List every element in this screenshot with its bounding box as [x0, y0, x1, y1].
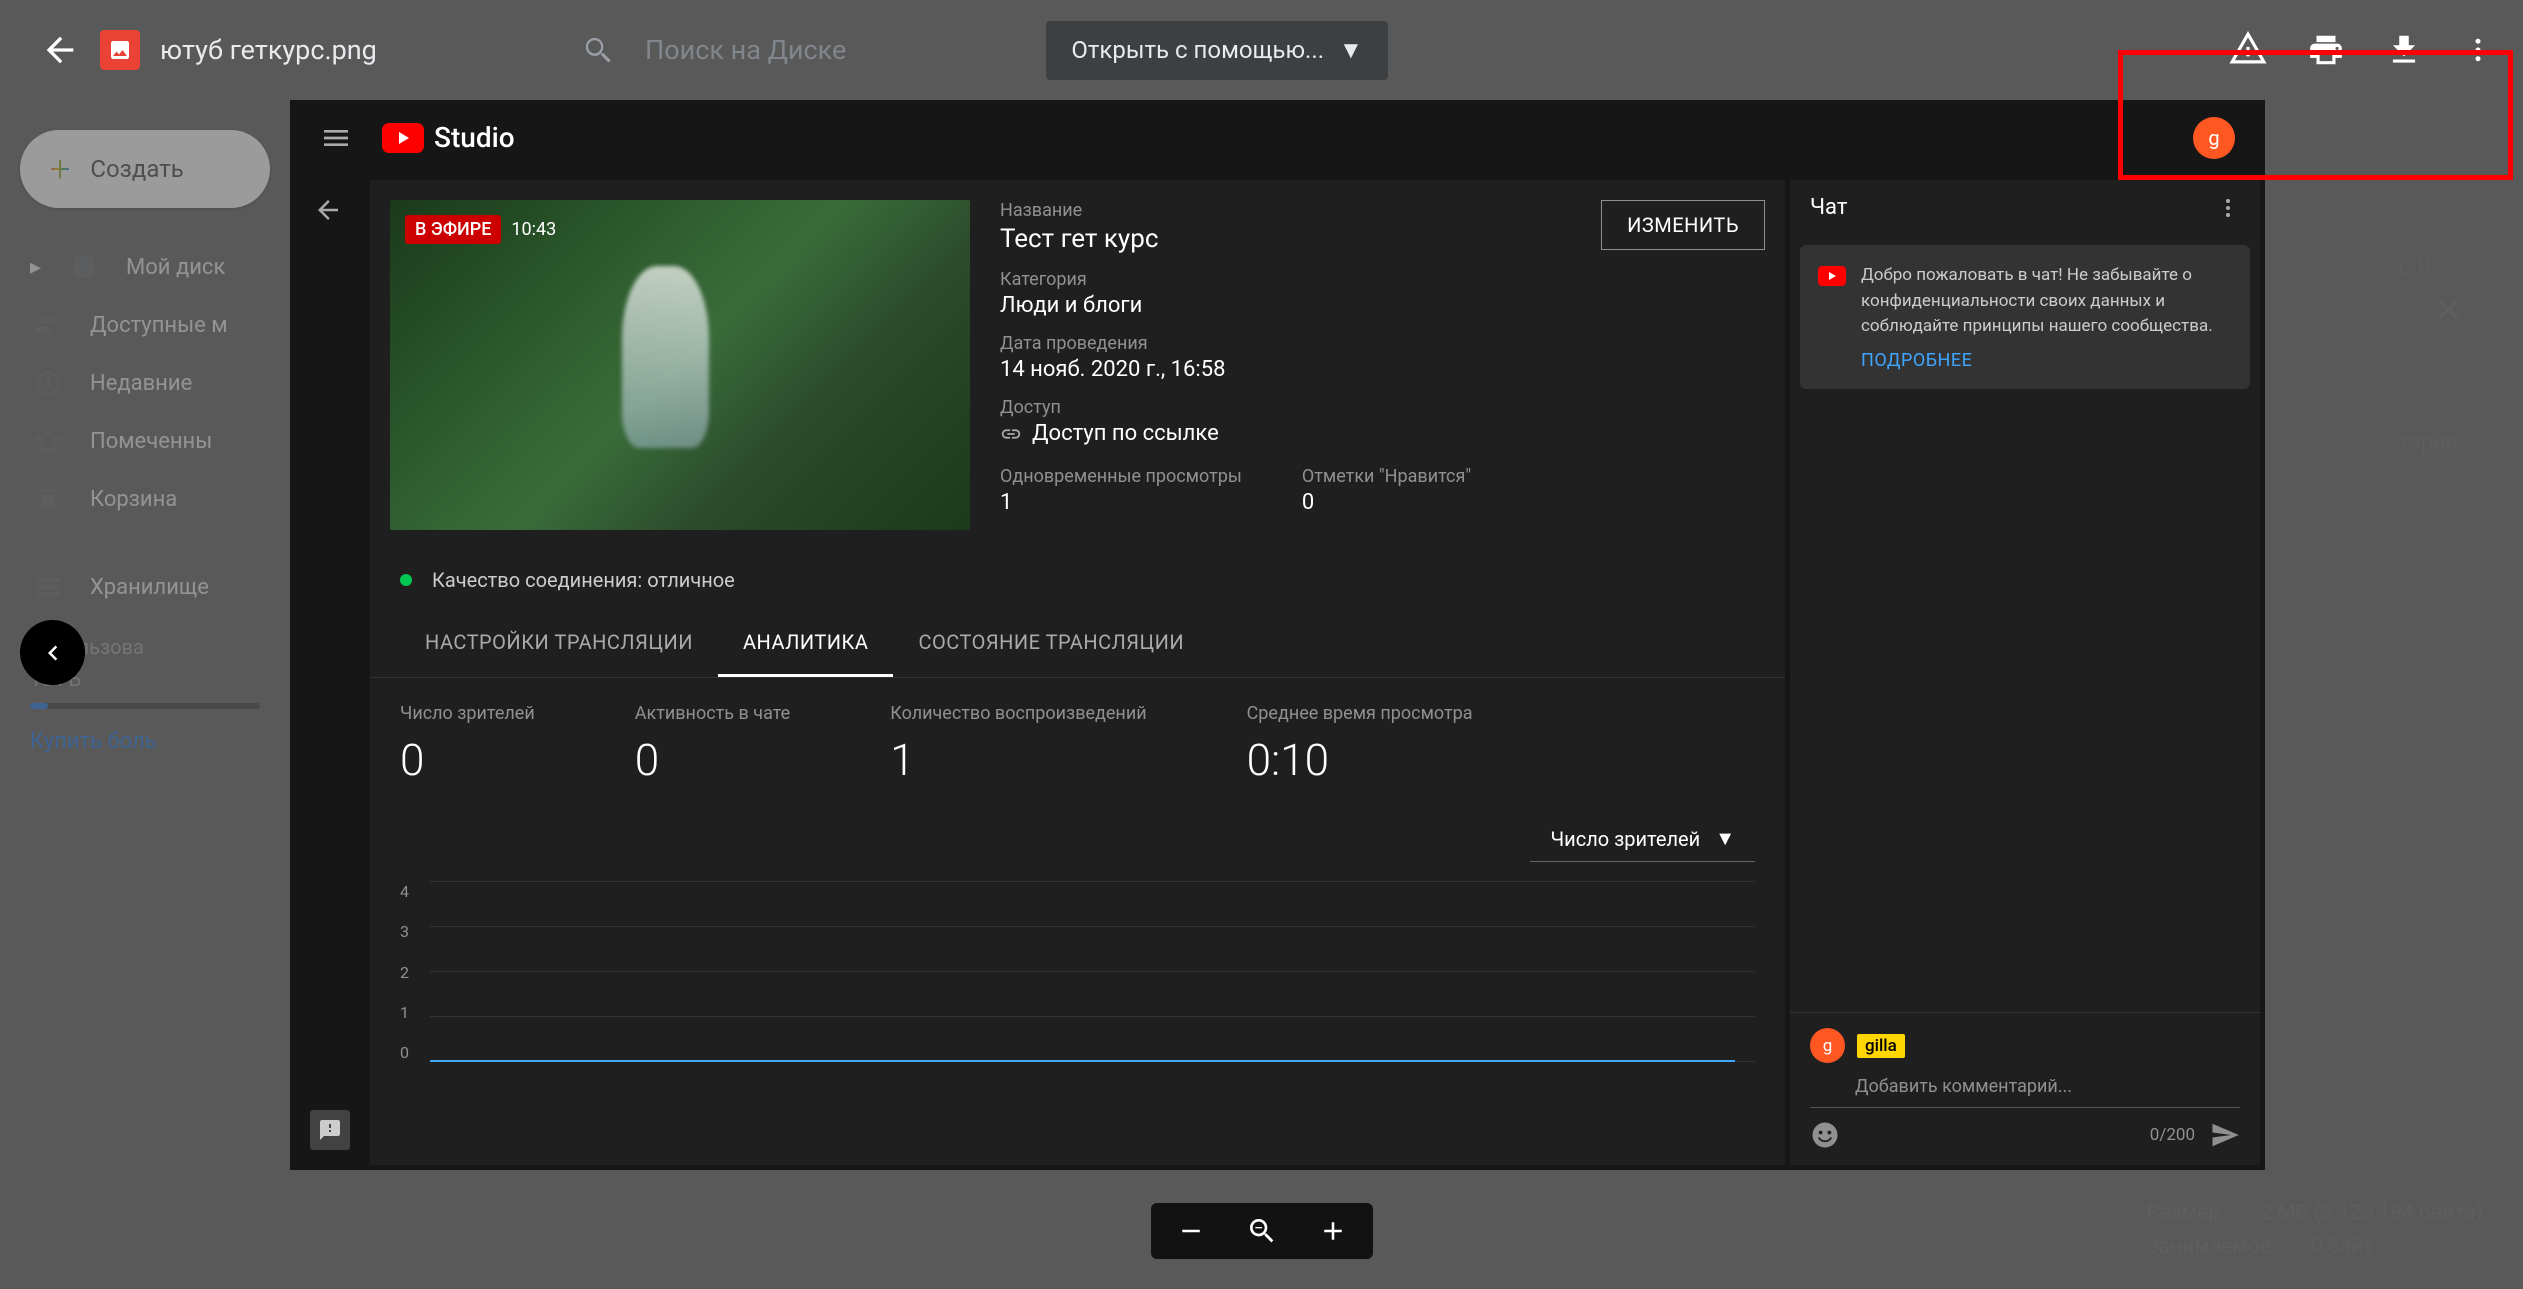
drive-sidebar: + Создать ▸ Мой диск Доступные м Недавни… [0, 100, 290, 804]
chart-line [430, 1060, 1735, 1062]
analytics-panel: Число зрителей 0 Активность в чате 0 Кол… [370, 678, 1785, 1107]
back-arrow-icon[interactable] [40, 30, 80, 70]
zoom-controls [1151, 1203, 1373, 1259]
live-badge: В ЭФИРЕ [405, 215, 501, 244]
download-icon[interactable] [2385, 31, 2423, 69]
search-icon[interactable] [580, 33, 615, 68]
edit-button[interactable]: ИЗМЕНИТЬ [1601, 200, 1765, 250]
youtube-play-icon [382, 123, 424, 153]
zoom-out-button[interactable] [1176, 1216, 1206, 1246]
access-value: Доступ по ссылке [1032, 421, 1219, 446]
back-arrow-icon[interactable] [313, 195, 343, 225]
add-to-drive-icon[interactable] [2229, 31, 2267, 69]
chart-y-axis: 4 3 2 1 0 [400, 882, 409, 1062]
studio-left-rail [290, 175, 365, 1170]
chevron-right-icon: ▸ [30, 255, 41, 280]
sidebar-item-shared[interactable]: Доступные м [0, 296, 290, 354]
sidebar-item-recent[interactable]: Недавние [0, 354, 290, 412]
category-label: Категория [1000, 269, 1765, 290]
date-value: 14 нояб. 2020 г., 16:58 [1000, 357, 1765, 382]
trash-icon [30, 485, 65, 513]
studio-main: В ЭФИРЕ 10:43 Название Тест гет курс ИЗМ… [370, 180, 1785, 1165]
plus-icon: + [50, 148, 70, 190]
drive-viewer-header: ютуб геткурс.png Поиск на Диске Открыть … [0, 0, 2523, 100]
link-icon [1000, 423, 1022, 445]
open-with-dropdown[interactable]: Открыть с помощью... ▼ [1046, 21, 1387, 80]
chat-username: gilla [1857, 1034, 1905, 1058]
user-avatar[interactable]: g [2193, 117, 2235, 159]
print-icon[interactable] [2307, 31, 2345, 69]
stream-title: Тест гет курс [1000, 224, 1158, 254]
youtube-studio-logo[interactable]: Studio [382, 121, 515, 154]
char-count: 0/200 [2150, 1125, 2195, 1145]
metric-chat-activity: Активность в чате 0 [635, 703, 790, 786]
chart-metric-select[interactable]: Число зрителей ▼ [1530, 816, 1755, 862]
search-placeholder[interactable]: Поиск на Диске [645, 34, 846, 66]
zoom-in-button[interactable] [1318, 1216, 1348, 1246]
concurrent-label: Одновременные просмотры [1000, 466, 1242, 487]
sidebar-item-starred[interactable]: Помеченны [0, 412, 290, 470]
clock-icon [30, 369, 65, 397]
chat-panel: Чат Добро пожаловать в чат! Не забывайте… [1790, 180, 2260, 1165]
stream-preview[interactable]: В ЭФИРЕ 10:43 [390, 200, 970, 530]
metric-playbacks: Количество воспроизведений 1 [890, 703, 1146, 786]
youtube-icon [1818, 266, 1846, 286]
drive-icon [66, 253, 101, 281]
chat-input[interactable]: Добавить комментарий... [1810, 1071, 2240, 1108]
metric-avg-watchtime: Среднее время просмотра 0:10 [1247, 703, 1473, 786]
details-panel-peek: С В тория [2378, 240, 2523, 470]
sidebar-item-mydrive[interactable]: ▸ Мой диск [0, 238, 290, 296]
studio-tabs: НАСТРОЙКИ ТРАНСЛЯЦИИ АНАЛИТИКА СОСТОЯНИЕ… [370, 610, 1785, 678]
tab-stream-settings[interactable]: НАСТРОЙКИ ТРАНСЛЯЦИИ [400, 610, 718, 677]
create-button[interactable]: + Создать [20, 130, 270, 208]
status-dot-icon [400, 574, 412, 586]
tab-analytics[interactable]: АНАЛИТИКА [718, 610, 893, 677]
chat-user-avatar: g [1810, 1028, 1845, 1063]
close-panel-icon[interactable]: ✕ [2434, 290, 2463, 331]
feedback-button[interactable] [310, 1110, 350, 1150]
tab-stream-health[interactable]: СОСТОЯНИЕ ТРАНСЛЯЦИИ [893, 610, 1209, 677]
file-details: Размер2 МБ (2 125 194 байта) Занимаемое0… [2146, 1201, 2483, 1259]
access-label: Доступ [1000, 397, 1765, 418]
concurrent-value: 1 [1000, 490, 1242, 515]
date-label: Дата проведения [1000, 333, 1765, 354]
chat-messages[interactable] [1790, 399, 2260, 1013]
viewers-chart: 4 3 2 1 0 [400, 882, 1755, 1082]
people-icon [30, 311, 65, 339]
more-options-icon[interactable] [2463, 35, 2493, 65]
likes-value: 0 [1302, 490, 1471, 515]
zoom-reset-button[interactable] [1246, 1215, 1278, 1247]
likes-label: Отметки "Нравится" [1302, 466, 1471, 487]
category-value: Люди и блоги [1000, 293, 1765, 318]
storage-icon [30, 573, 65, 601]
chat-input-area: g gilla Добавить комментарий... 0/200 [1790, 1012, 2260, 1165]
collapse-sidebar-button[interactable] [20, 620, 85, 685]
star-icon [30, 427, 65, 455]
dropdown-arrow-icon: ▼ [1339, 36, 1363, 65]
chat-options-icon[interactable] [2216, 196, 2240, 220]
buy-storage-link[interactable]: Купить боль [0, 709, 290, 774]
chat-title: Чат [1810, 195, 1847, 220]
sidebar-item-trash[interactable]: Корзина [0, 470, 290, 528]
sidebar-item-storage[interactable]: Хранилище [0, 558, 290, 616]
stream-timestamp: 10:43 [511, 219, 556, 240]
learn-more-link[interactable]: ПОДРОБНЕЕ [1861, 350, 2232, 371]
chat-welcome-card: Добро пожаловать в чат! Не забывайте о к… [1800, 245, 2250, 389]
hamburger-icon[interactable] [320, 122, 352, 154]
image-file-icon [100, 30, 140, 70]
send-icon[interactable] [2210, 1120, 2240, 1150]
emoji-picker-icon[interactable] [1810, 1120, 1840, 1150]
connection-quality: Качество соединения: отличное [370, 550, 1785, 610]
dropdown-arrow-icon: ▼ [1715, 826, 1735, 851]
metric-viewers: Число зрителей 0 [400, 703, 535, 786]
title-label: Название [1000, 200, 1158, 221]
youtube-studio-panel: Studio g В ЭФИРЕ 10:43 Назв [290, 100, 2265, 1170]
file-name: ютуб геткурс.png [160, 34, 377, 66]
studio-header: Studio g [290, 100, 2265, 175]
